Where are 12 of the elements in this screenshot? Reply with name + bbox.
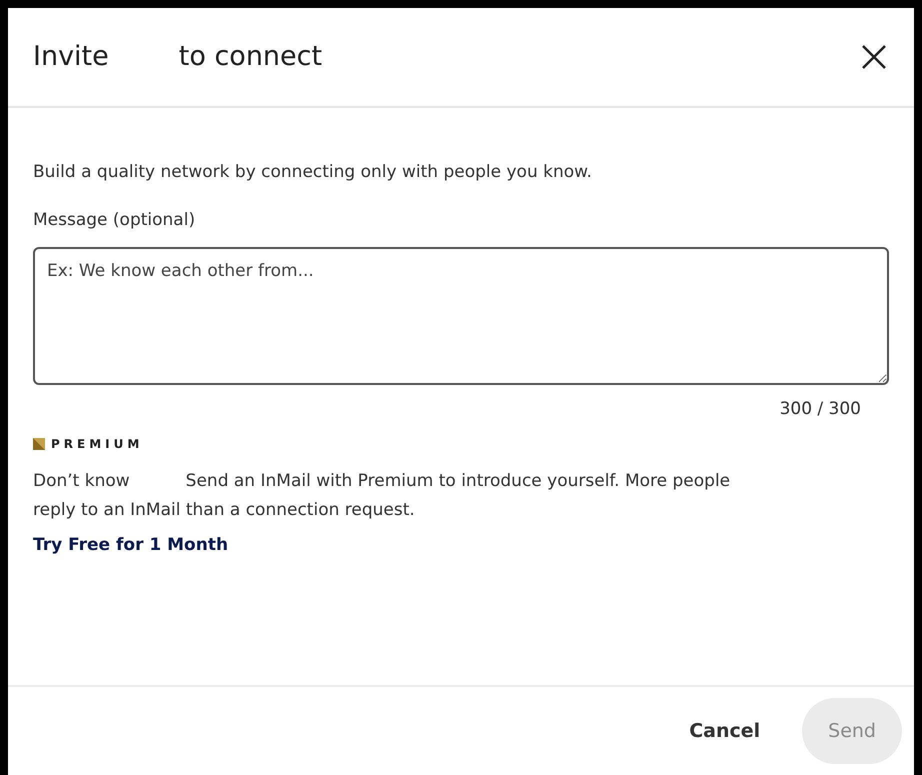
trial-link[interactable]: Try Free for 1 Month — [33, 532, 228, 558]
close-icon[interactable] — [861, 44, 887, 70]
character-counter: 300 / 300 — [780, 398, 861, 421]
intro-text: Build a quality network by connecting only with people you know. — [33, 161, 593, 184]
premium-label: PREMIUM — [51, 436, 144, 452]
message-field[interactable]: Ex: We know each other from... — [33, 247, 889, 385]
premium-icon — [33, 438, 45, 450]
cancel-button[interactable]: Cancel — [663, 698, 786, 764]
dialog-title: to connect — [178, 40, 322, 74]
premium-pitch: Don’t know Send an InMail with Premium to introduce yourself. More people reply to an InMail than a connection request. — [33, 470, 732, 522]
dialog-title: Invite — [33, 40, 109, 74]
message-label: Message (optional) — [33, 208, 196, 232]
